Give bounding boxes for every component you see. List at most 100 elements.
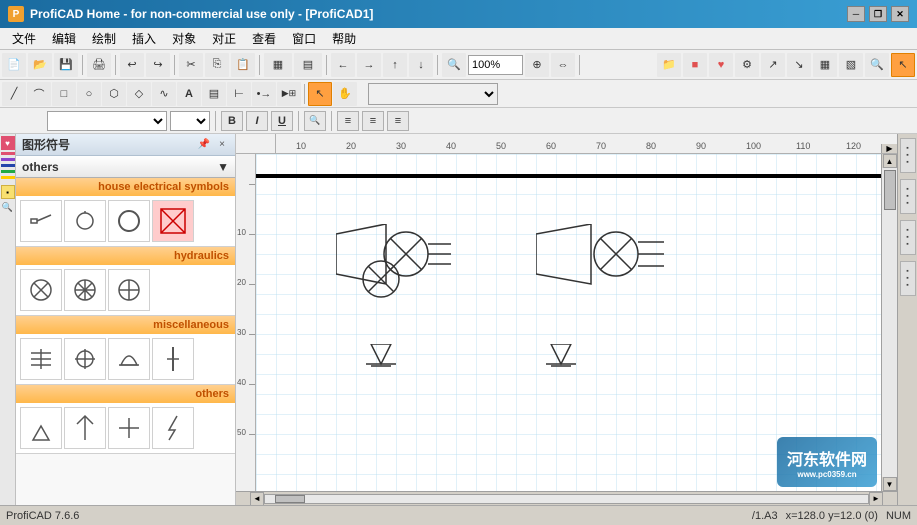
view-btn9[interactable]: 🔍 (865, 53, 889, 77)
draw-poly[interactable]: ⬡ (102, 82, 126, 106)
right-panel-btn2[interactable]: ▪▪▪ (900, 179, 916, 214)
menu-file[interactable]: 文件 (4, 28, 44, 49)
zoom-percent-btn[interactable]: 🔍 (304, 111, 326, 131)
menu-object[interactable]: 对象 (164, 28, 204, 49)
open-button[interactable]: 📂 (28, 53, 52, 77)
arrow-btn3[interactable]: ↑ (383, 53, 407, 77)
redo-button[interactable]: ↪ (146, 53, 170, 77)
cursor-btn[interactable]: ↖ (891, 53, 915, 77)
symbol-arrow-up[interactable] (64, 407, 106, 449)
arrow-btn4[interactable]: ↓ (409, 53, 433, 77)
arrow-btn2[interactable]: → (357, 53, 381, 77)
scroll-right-btn[interactable]: ► (869, 492, 883, 506)
symbol-circle-x1[interactable] (20, 269, 62, 311)
draw-node[interactable]: •→ (252, 82, 276, 106)
align-center-btn[interactable]: ≡ (362, 111, 384, 131)
symbol-circle[interactable] (108, 200, 150, 242)
draw-line[interactable]: ╱ (2, 82, 26, 106)
menu-align[interactable]: 对正 (204, 28, 244, 49)
symbol-motor[interactable] (152, 200, 194, 242)
color-swatch1[interactable] (1, 152, 15, 155)
right-panel-btn1[interactable]: ▪▪▪ (900, 138, 916, 173)
color-swatch3[interactable] (1, 164, 15, 167)
color-swatch2[interactable] (1, 158, 15, 161)
align-right-btn[interactable]: ≡ (387, 111, 409, 131)
symbol-vertical-line[interactable] (152, 338, 194, 380)
bold-button[interactable]: B (221, 111, 243, 131)
palette-icon[interactable]: ▪ (1, 185, 15, 199)
drawing-area[interactable]: 河东软件网 www.pc0359.cn (256, 154, 881, 491)
save-button[interactable]: 💾 (54, 53, 78, 77)
view-btn8[interactable]: ▧ (839, 53, 863, 77)
view-btn3[interactable]: ♥ (709, 53, 733, 77)
draw-ellipse[interactable]: ○ (77, 82, 101, 106)
view-btn1[interactable]: 📁 (657, 53, 681, 77)
align-left-btn[interactable]: ≡ (337, 111, 359, 131)
zoom-out-btn[interactable]: ⇔ (551, 53, 575, 77)
menu-insert[interactable]: 插入 (124, 28, 164, 49)
zoom-in-btn[interactable]: ⊕ (525, 53, 549, 77)
symbol-scroll-area[interactable]: house electrical symbols (16, 178, 235, 505)
draw-text2[interactable]: ▤ (202, 82, 226, 106)
italic-button[interactable]: I (246, 111, 268, 131)
symbol-lib-button[interactable]: ▦ (264, 53, 292, 77)
draw-bezier[interactable]: ∿ (152, 82, 176, 106)
category-title-others[interactable]: others (16, 385, 235, 403)
view-btn4[interactable]: ⚙ (735, 53, 759, 77)
menu-view[interactable]: 查看 (244, 28, 284, 49)
close-button[interactable]: ✕ (891, 6, 909, 22)
category-title-hydraulics[interactable]: hydraulics (16, 247, 235, 265)
underline-button[interactable]: U (271, 111, 293, 131)
copy-button[interactable]: ⎘ (205, 53, 229, 77)
search-icon[interactable]: 🔍 (1, 200, 15, 214)
menu-edit[interactable]: 编辑 (44, 28, 84, 49)
cut-button[interactable]: ✂ (179, 53, 203, 77)
category-title-misc[interactable]: miscellaneous (16, 316, 235, 334)
menu-window[interactable]: 窗口 (284, 28, 324, 49)
symbol-triple-bar[interactable] (20, 338, 62, 380)
symbol-switch[interactable] (20, 200, 62, 242)
symbol-plus[interactable] (108, 407, 150, 449)
right-panel-btn3[interactable]: ▪▪▪ (900, 220, 916, 255)
scroll-up-btn[interactable]: ▲ (883, 154, 897, 168)
paste-button[interactable]: 📋 (231, 53, 255, 77)
view-btn5[interactable]: ↗ (761, 53, 785, 77)
symbol-cross-circle1[interactable] (108, 269, 150, 311)
symbol-lib-button2[interactable]: ▤ (294, 53, 322, 77)
panel-close-button[interactable]: × (215, 138, 229, 152)
restore-button[interactable]: ❐ (869, 6, 887, 22)
symbol-asterisk1[interactable] (64, 269, 106, 311)
symbol-triangle-left[interactable] (20, 407, 62, 449)
color-swatch4[interactable] (1, 170, 15, 173)
draw-arc[interactable]: ⌒ (27, 82, 51, 106)
category-dropdown[interactable]: others ▼ (16, 156, 235, 178)
symbol-outlet[interactable] (64, 200, 106, 242)
symbol-dome[interactable] (108, 338, 150, 380)
scroll-down-btn[interactable]: ▼ (883, 477, 897, 491)
print-button[interactable]: 🖨 (87, 53, 111, 77)
select-btn[interactable]: ↖ (308, 82, 332, 106)
panel-pin-button[interactable]: 📌 (197, 138, 211, 152)
draw-rect[interactable]: □ (52, 82, 76, 106)
minimize-button[interactable]: ─ (847, 6, 865, 22)
right-panel-btn4[interactable]: ▪▪▪ (900, 261, 916, 296)
menu-draw[interactable]: 绘制 (84, 28, 124, 49)
symbol-lightning[interactable] (152, 407, 194, 449)
hand-btn[interactable]: ✋ (333, 82, 357, 106)
font-name-select[interactable] (47, 111, 167, 131)
scroll-left-btn[interactable]: ◄ (250, 492, 264, 506)
font-size-select[interactable] (170, 111, 210, 131)
draw-dimension[interactable]: ⊢ (227, 82, 251, 106)
layer-select[interactable] (368, 83, 498, 105)
view-btn7[interactable]: ▦ (813, 53, 837, 77)
heart-icon[interactable]: ♥ (1, 136, 15, 150)
symbol-circle-lines[interactable] (64, 338, 106, 380)
view-btn2[interactable]: ■ (683, 53, 707, 77)
h-scroll-thumb[interactable] (275, 495, 305, 503)
draw-special[interactable]: ▶⊞ (277, 82, 301, 106)
view-btn6[interactable]: ↘ (787, 53, 811, 77)
zoom-input[interactable]: 100% (468, 55, 523, 75)
arrow-btn[interactable]: ← (331, 53, 355, 77)
draw-text[interactable]: A (177, 82, 201, 106)
scroll-thumb-v[interactable] (884, 170, 896, 210)
